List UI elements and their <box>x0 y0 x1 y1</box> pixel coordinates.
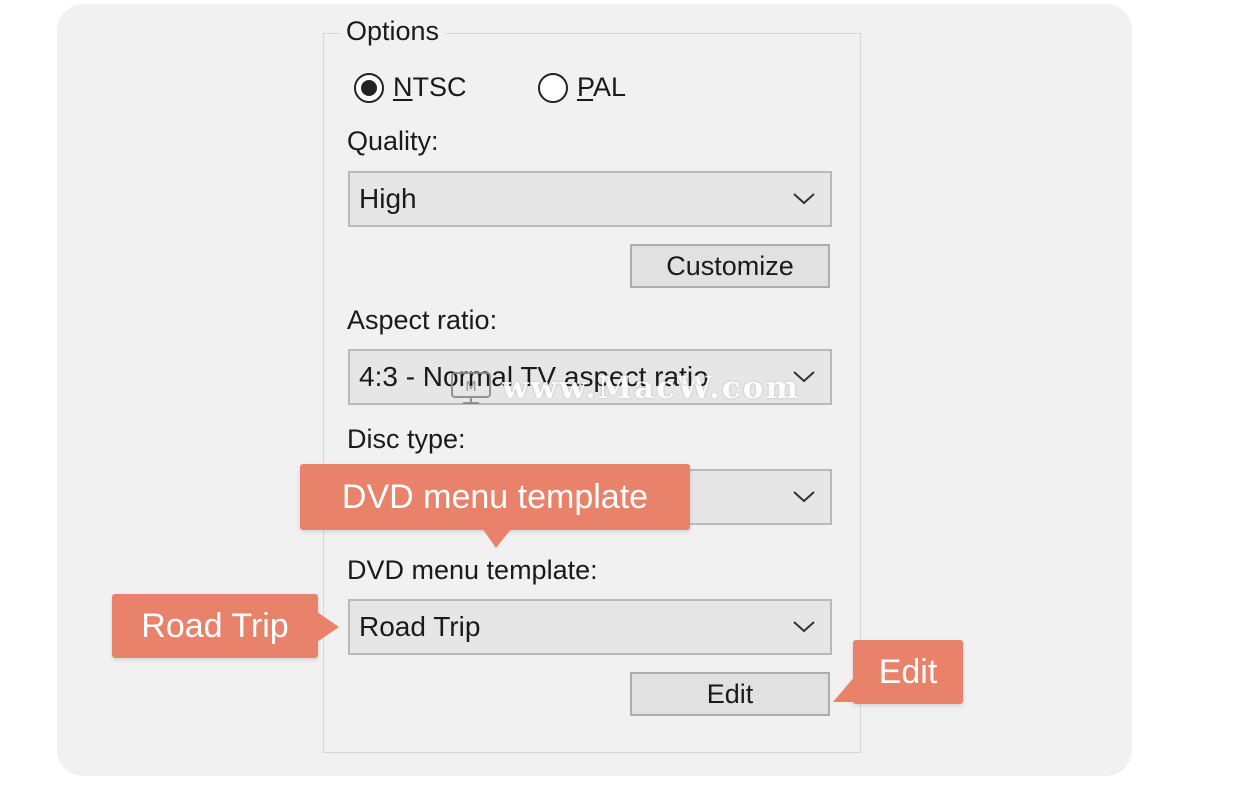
dvd-menu-template-value: Road Trip <box>359 611 481 642</box>
radio-unselected-icon <box>538 72 568 103</box>
chevron-down-icon <box>778 173 830 225</box>
callout-arrow-left <box>833 676 855 702</box>
options-legend: Options <box>340 16 446 47</box>
dvd-menu-template-label: DVD menu template: <box>347 555 598 585</box>
quality-value: High <box>359 183 417 214</box>
aspect-ratio-label: Aspect ratio: <box>347 305 498 335</box>
ntsc-radio[interactable]: NTSC <box>354 72 467 103</box>
pal-radio[interactable]: PAL <box>538 72 626 103</box>
quality-label: Quality: <box>347 126 439 156</box>
callout-dvd-menu-template: DVD menu template <box>300 464 690 530</box>
callout-edit: Edit <box>853 640 963 704</box>
radio-dot <box>361 79 377 96</box>
monitor-icon: M <box>451 372 491 404</box>
callout-road-trip: Road Trip <box>112 594 318 658</box>
edit-button[interactable]: Edit <box>630 672 830 716</box>
svg-text:M: M <box>465 380 476 395</box>
watermark-text: www.MacW.com <box>502 370 801 406</box>
disc-type-label: Disc type: <box>347 424 466 454</box>
customize-button[interactable]: Customize <box>630 244 830 288</box>
quality-dropdown[interactable]: High <box>348 171 832 227</box>
radio-selected-icon <box>354 72 384 103</box>
pal-radio-label: PAL <box>577 72 627 102</box>
chevron-down-icon <box>778 471 830 523</box>
watermark: M www.MacW.com <box>450 370 800 406</box>
callout-arrow-down <box>482 528 512 548</box>
dvd-menu-template-dropdown[interactable]: Road Trip <box>348 599 832 655</box>
chevron-down-icon <box>778 601 830 653</box>
callout-arrow-right <box>317 612 339 642</box>
ntsc-radio-label: NTSC <box>393 72 467 102</box>
